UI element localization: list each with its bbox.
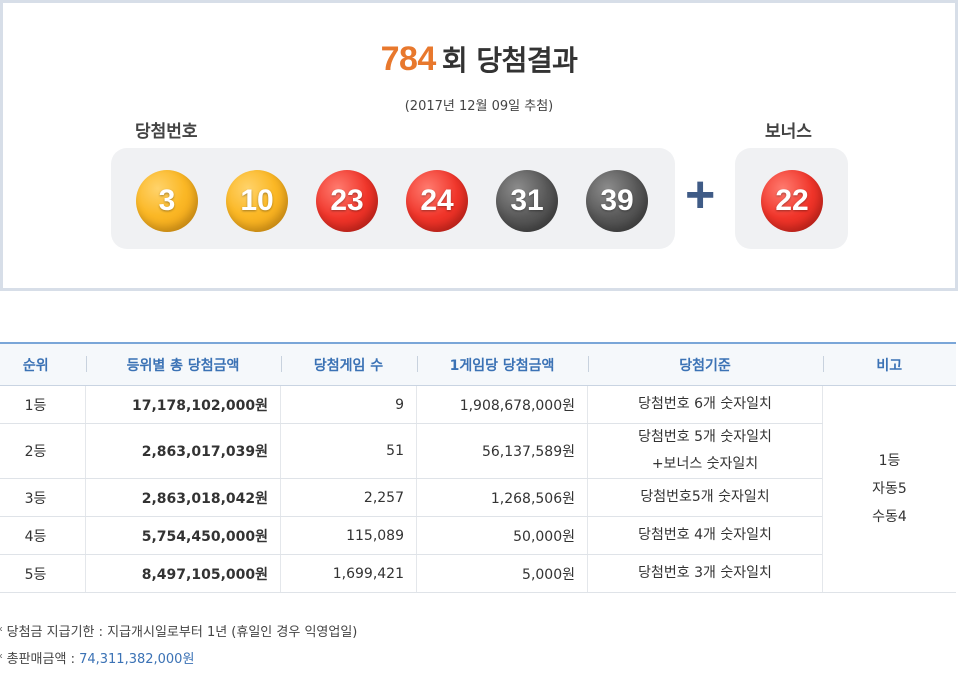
table-row: 4등 5,754,450,000원 115,089 50,000원 당첨번호 4… [0,516,956,555]
winner-count-cell: 9 [280,385,417,424]
note-cell: 1등 자동5 수동4 [822,385,956,593]
prize-per-game-cell: 5,000원 [416,554,588,593]
draw-result-panel: 784 회 당첨결과 (2017년 12월 09일 추첨) 당첨번호 보너스 3 … [0,0,958,291]
prize-per-game-cell: 50,000원 [416,516,588,555]
draw-round-number: 784 [380,40,437,78]
criteria-cell: 당첨번호 5개 숫자일치 +보너스 숫자일치 [587,423,823,479]
draw-date: (2017년 12월 09일 추첨) [404,99,554,114]
winning-ball-2: 10 [226,170,288,232]
winner-count-cell: 115,089 [280,516,417,555]
header-winner-count: 당첨게임 수 [280,342,417,386]
winner-count-cell: 51 [280,423,417,479]
winner-count-cell: 2,257 [280,478,417,517]
table-row: 3등 2,863,018,042원 2,257 1,268,506원 당첨번호5… [0,478,956,517]
prize-per-game-cell: 1,908,678,000원 [416,385,588,424]
table-row: 2등 2,863,017,039원 51 56,137,589원 당첨번호 5개… [0,423,956,479]
plus-icon: + [685,166,716,224]
total-prize-cell: 2,863,017,039원 [85,423,281,479]
total-sales-label: * 총판매금액 : [0,652,80,667]
criteria-bonus-line: +보너스 숫자일치 [651,456,759,472]
header-rank: 순위 [0,342,86,386]
total-prize-cell: 2,863,018,042원 [85,478,281,517]
note-line: 자동5 [872,481,907,497]
criteria-cell: 당첨번호 3개 숫자일치 [587,554,823,593]
total-sales-note: * 총판매금액 : 74,311,382,000원 [0,648,194,667]
header-criteria: 당첨기준 [587,342,823,386]
prize-per-game-cell: 1,268,506원 [416,478,588,517]
header-prize-per-game: 1게임당 당첨금액 [416,342,588,386]
bonus-number-label: 보너스 [765,122,812,142]
criteria-cell: 당첨번호5개 숫자일치 [587,478,823,517]
prize-table: 순위 등위별 총 당첨금액 당첨게임 수 1게임당 당첨금액 당첨기준 비고 1… [0,342,956,593]
bonus-number-box: 22 [735,148,848,249]
prize-per-game-cell: 56,137,589원 [416,423,588,479]
rank-cell: 2등 [0,423,86,479]
winning-ball-6: 39 [586,170,648,232]
title-suffix: 회 당첨결과 [441,44,578,77]
rank-cell: 4등 [0,516,86,555]
criteria-line: 당첨번호 5개 숫자일치 [638,429,772,445]
header-note: 비고 [822,342,956,386]
table-row: 1등 17,178,102,000원 9 1,908,678,000원 당첨번호… [0,385,956,593]
winning-ball-5: 31 [496,170,558,232]
winner-count-cell: 1,699,421 [280,554,417,593]
winning-numbers-box: 3 10 23 24 31 39 [111,148,675,249]
winning-numbers-label: 당첨번호 [135,122,198,142]
total-prize-cell: 17,178,102,000원 [85,385,281,424]
table-row: 5등 8,497,105,000원 1,699,421 5,000원 당첨번호 … [0,554,956,593]
total-prize-cell: 5,754,450,000원 [85,516,281,555]
criteria-cell: 당첨번호 6개 숫자일치 [587,385,823,424]
header-total-prize: 등위별 총 당첨금액 [85,342,281,386]
rank-cell: 3등 [0,478,86,517]
rank-cell: 1등 [0,385,86,424]
total-prize-cell: 8,497,105,000원 [85,554,281,593]
note-line: 수동4 [872,509,907,525]
rank-cell: 5등 [0,554,86,593]
page-title: 784 회 당첨결과 [3,39,955,79]
winning-ball-1: 3 [136,170,198,232]
winning-ball-3: 23 [316,170,378,232]
payment-deadline-note: * 당첨금 지급기한 : 지급개시일로부터 1년 (휴일인 경우 익영업일) [0,625,358,640]
winning-ball-4: 24 [406,170,468,232]
criteria-cell: 당첨번호 4개 숫자일치 [587,516,823,555]
table-header-row: 순위 등위별 총 당첨금액 당첨게임 수 1게임당 당첨금액 당첨기준 비고 [0,342,956,386]
note-line: 1등 [878,453,901,469]
total-sales-value: 74,311,382,000원 [79,652,195,667]
bonus-ball: 22 [761,170,823,232]
